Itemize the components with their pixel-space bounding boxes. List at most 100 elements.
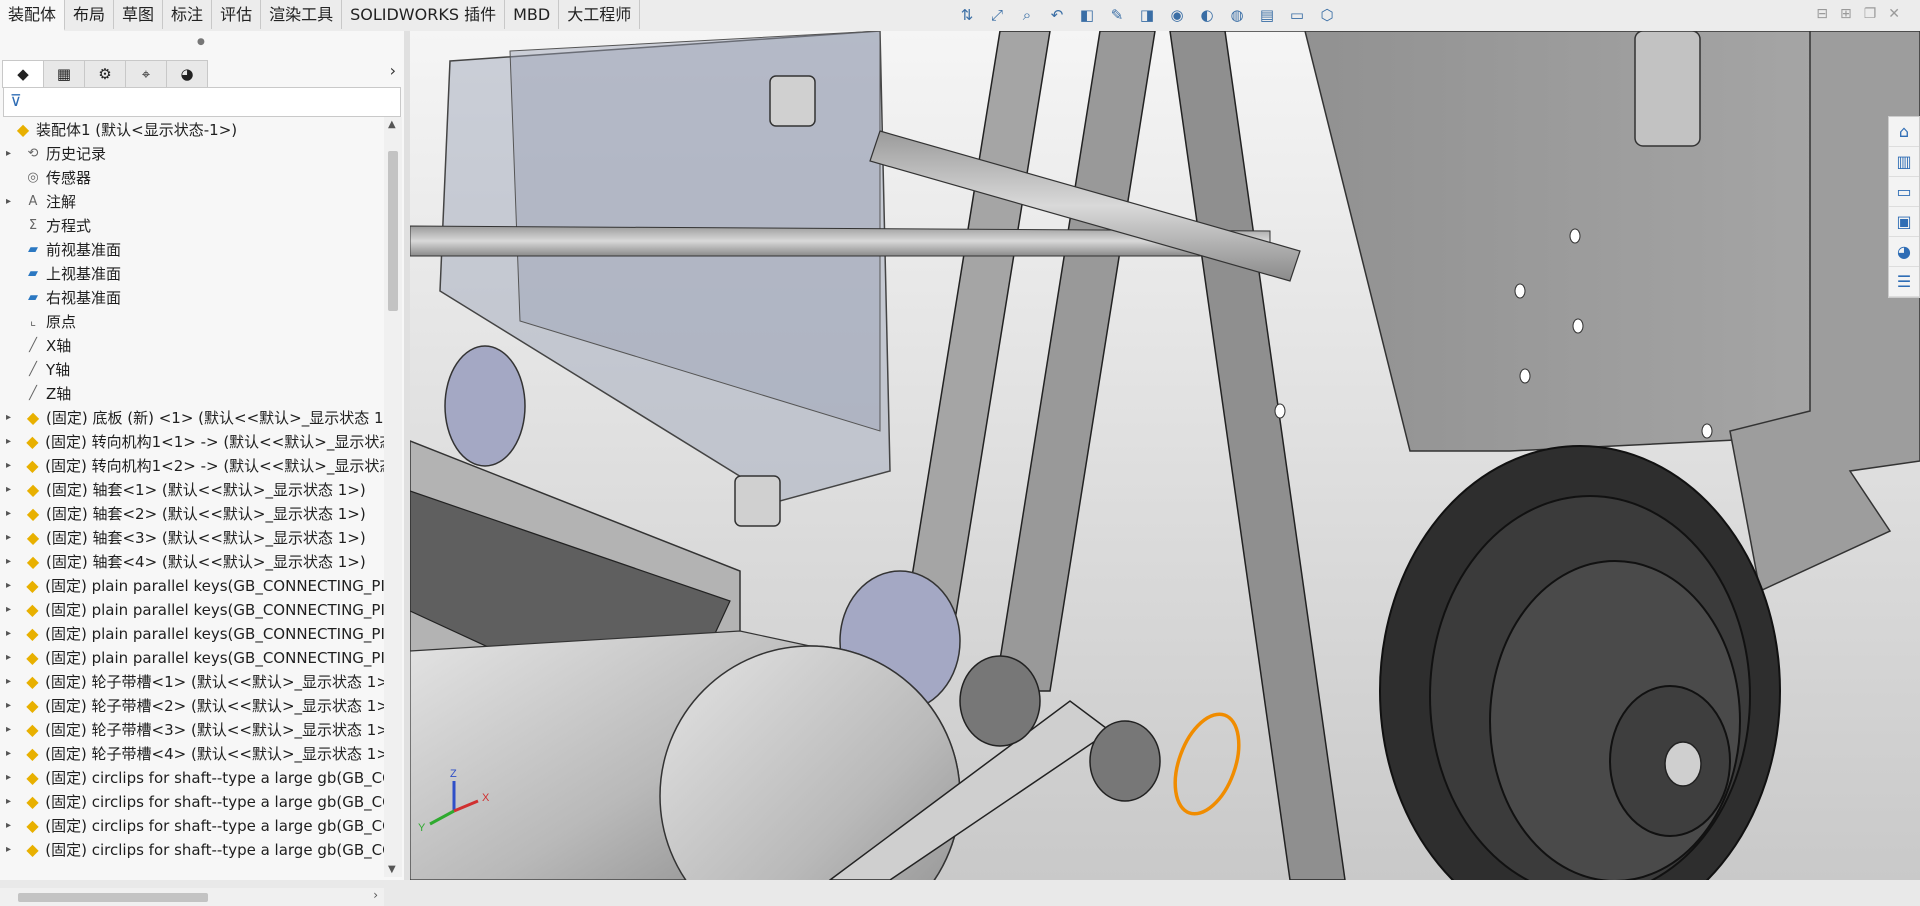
display-style-icon[interactable]: ◨ <box>1135 3 1159 27</box>
expand-arrow-icon[interactable]: ▸ <box>6 700 18 711</box>
edit-appearance-icon[interactable]: ◐ <box>1195 3 1219 27</box>
cube-icon[interactable]: ⬡ <box>1315 3 1339 27</box>
tab-7[interactable]: MBD <box>505 0 560 29</box>
hscroll-thumb[interactable] <box>18 893 208 902</box>
scroll-down-icon[interactable]: ▼ <box>388 864 396 875</box>
expand-arrow-icon[interactable]: ▸ <box>6 532 18 543</box>
panel-grip-icon[interactable]: ● <box>197 37 205 47</box>
expand-arrow-icon[interactable]: ▸ <box>6 148 18 159</box>
tree-item[interactable]: ▸ ◆ (固定) 轴套<4> (默认<<默认>_显示状态 1>) <box>0 549 384 573</box>
view-orientation-icon[interactable]: ⇅ <box>955 3 979 27</box>
tree-item[interactable]: ▸ A 注解 <box>0 189 384 213</box>
tree-item[interactable]: ▰ 上视基准面 <box>0 261 384 285</box>
tree-item[interactable]: ◎ 传感器 <box>0 165 384 189</box>
dynamic-annotation-icon[interactable]: ✎ <box>1105 3 1129 27</box>
display-pane-icon[interactable]: ▭ <box>1285 3 1309 27</box>
expand-arrow-icon[interactable]: ▸ <box>6 460 18 471</box>
tree-item[interactable]: ▸ ◆ (固定) 轮子带槽<4> (默认<<默认>_显示状态 1>) <box>0 741 384 765</box>
expand-arrow-icon[interactable]: ▸ <box>6 508 18 519</box>
scroll-right-icon[interactable]: › <box>373 888 378 902</box>
tab-2[interactable]: 草图 <box>114 0 164 29</box>
tree-item[interactable]: ▸ ◆ (固定) plain parallel keys(GB_CONNECTING… <box>0 621 384 645</box>
expand-arrow-icon[interactable]: ▸ <box>6 556 18 567</box>
expand-arrow-icon[interactable]: ▸ <box>6 844 18 855</box>
tab-5[interactable]: 渲染工具 <box>261 0 343 29</box>
tab-4[interactable]: 评估 <box>212 0 262 29</box>
tree-item[interactable]: ╱ Z轴 <box>0 381 384 405</box>
tree-item[interactable]: ▰ 右视基准面 <box>0 285 384 309</box>
tree-item[interactable]: ▸ ◆ (固定) 转向机构1<1> -> (默认<<默认>_显示状态 <box>0 429 384 453</box>
expand-arrow-icon[interactable]: ▸ <box>6 436 18 447</box>
tree-item[interactable]: ▸ ◆ (固定) 轮子带槽<1> (默认<<默认>_显示状态 1>) <box>0 669 384 693</box>
tree-item[interactable]: ╱ Y轴 <box>0 357 384 381</box>
view-settings-icon[interactable]: ▤ <box>1255 3 1279 27</box>
restore-icon[interactable]: ❐ <box>1864 6 1877 22</box>
dimxpert-icon[interactable]: ⌖ <box>125 60 166 88</box>
section-view-icon[interactable]: ◧ <box>1075 3 1099 27</box>
expand-arrow-icon[interactable]: ▸ <box>6 628 18 639</box>
tree-item[interactable]: ▸ ◆ (固定) circlips for shaft--type a large … <box>0 813 384 837</box>
expand-arrow-icon[interactable]: ▸ <box>6 604 18 615</box>
tree-item[interactable]: ▰ 前视基准面 <box>0 237 384 261</box>
tree-item[interactable]: ▸ ◆ (固定) plain parallel keys(GB_CONNECTING… <box>0 597 384 621</box>
tree-item[interactable]: ╱ X轴 <box>0 333 384 357</box>
tree-item[interactable]: ▸ ◆ (固定) plain parallel keys(GB_CONNECTING… <box>0 645 384 669</box>
tree-item[interactable]: ▸ ◆ (固定) 轮子带槽<3> (默认<<默认>_显示状态 1>) <box>0 717 384 741</box>
tree-item[interactable]: ▸ ◆ (固定) 转向机构1<2> -> (默认<<默认>_显示状态 <box>0 453 384 477</box>
tile-left-icon[interactable]: ⊟ <box>1816 6 1828 22</box>
expand-arrow-icon[interactable]: ▸ <box>6 484 18 495</box>
previous-view-icon[interactable]: ↶ <box>1045 3 1069 27</box>
tab-8[interactable]: 大工程师 <box>559 0 641 29</box>
apply-scene-icon[interactable]: ◍ <box>1225 3 1249 27</box>
tree-item[interactable]: ◆ 装配体1 (默认<显示状态-1>) <box>0 117 384 141</box>
zoom-area-icon[interactable]: ⌕ <box>1015 3 1039 27</box>
expand-arrow-icon[interactable]: ▸ <box>6 676 18 687</box>
tab-6[interactable]: SOLIDWORKS 插件 <box>342 0 506 29</box>
file-explorer-icon[interactable]: ▭ <box>1889 177 1919 207</box>
graphics-area[interactable]: Z Y X ⌂ ▥ ▭ ▣ ◕ ☰ <box>410 31 1920 880</box>
tree-horizontal-scrollbar[interactable]: › <box>0 888 384 906</box>
expand-arrow-icon[interactable]: ▸ <box>6 820 18 831</box>
expand-panel-chevron-icon[interactable]: › <box>390 61 396 80</box>
expand-arrow-icon[interactable]: ▸ <box>6 652 18 663</box>
scroll-thumb[interactable] <box>388 151 398 311</box>
tab-0[interactable]: 装配体 <box>0 0 66 31</box>
expand-arrow-icon[interactable]: ▸ <box>6 724 18 735</box>
tree-item[interactable]: ▸ ◆ (固定) circlips for shaft--type a large … <box>0 765 384 789</box>
tree-item[interactable]: ▸ ◆ (固定) 轴套<2> (默认<<默认>_显示状态 1>) <box>0 501 384 525</box>
tab-1[interactable]: 布局 <box>65 0 115 29</box>
close-icon[interactable]: ✕ <box>1888 6 1900 22</box>
propertymanager-icon[interactable]: ▦ <box>43 60 84 88</box>
expand-arrow-icon[interactable]: ▸ <box>6 412 18 423</box>
tree-item[interactable]: Σ 方程式 <box>0 213 384 237</box>
featuremanager-icon[interactable]: ◆ <box>2 60 43 88</box>
tree-filter-input[interactable]: ⊽ <box>3 87 401 117</box>
scroll-up-icon[interactable]: ▲ <box>388 119 396 130</box>
expand-arrow-icon[interactable]: ▸ <box>6 196 18 207</box>
solidworks-resources-icon[interactable]: ⌂ <box>1889 117 1919 147</box>
tree-vertical-scrollbar[interactable]: ▲ ▼ <box>384 117 402 877</box>
tab-3[interactable]: 标注 <box>163 0 213 29</box>
appearances-icon[interactable]: ◕ <box>1889 237 1919 267</box>
expand-arrow-icon[interactable]: ▸ <box>6 772 18 783</box>
model-view[interactable]: Z Y X <box>410 31 1920 880</box>
tree-item[interactable]: ▸ ⟲ 历史记录 <box>0 141 384 165</box>
custom-properties-icon[interactable]: ☰ <box>1889 267 1919 297</box>
expand-arrow-icon[interactable]: ▸ <box>6 580 18 591</box>
view-palette-icon[interactable]: ▣ <box>1889 207 1919 237</box>
tree-item[interactable]: ⌞ 原点 <box>0 309 384 333</box>
tree-item[interactable]: ▸ ◆ (固定) 轴套<3> (默认<<默认>_显示状态 1>) <box>0 525 384 549</box>
configurationmanager-icon[interactable]: ⚙ <box>84 60 125 88</box>
displaymanager-icon[interactable]: ◕ <box>166 60 208 88</box>
design-library-icon[interactable]: ▥ <box>1889 147 1919 177</box>
expand-arrow-icon[interactable]: ▸ <box>6 796 18 807</box>
zoom-to-fit-icon[interactable]: ⤢ <box>985 3 1009 27</box>
tree-item[interactable]: ▸ ◆ (固定) plain parallel keys(GB_CONNECTING… <box>0 573 384 597</box>
tree-item[interactable]: ▸ ◆ (固定) 轮子带槽<2> (默认<<默认>_显示状态 1>) <box>0 693 384 717</box>
hide-show-icon[interactable]: ◉ <box>1165 3 1189 27</box>
tile-right-icon[interactable]: ⊞ <box>1840 6 1852 22</box>
tree-item[interactable]: ▸ ◆ (固定) circlips for shaft--type a large … <box>0 837 384 861</box>
tree-item[interactable]: ▸ ◆ (固定) circlips for shaft--type a large … <box>0 789 384 813</box>
tree-item[interactable]: ▸ ◆ (固定) 轴套<1> (默认<<默认>_显示状态 1>) <box>0 477 384 501</box>
expand-arrow-icon[interactable]: ▸ <box>6 748 18 759</box>
